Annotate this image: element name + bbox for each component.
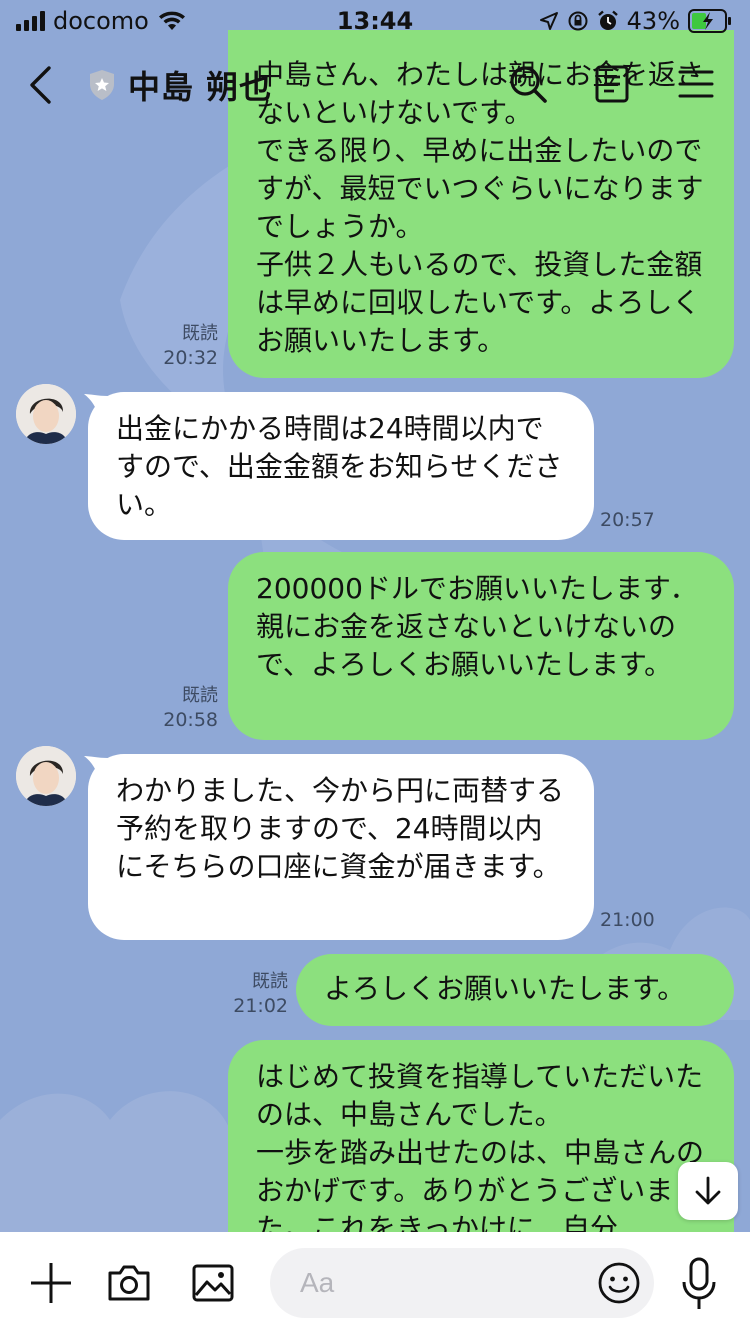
message-bubble[interactable]: よろしくお願いいたします。 (296, 954, 734, 1026)
camera-button[interactable] (102, 1256, 156, 1310)
arrow-down-icon (695, 1176, 721, 1205)
plus-icon (31, 1263, 71, 1303)
status-left: docomo (16, 7, 187, 35)
image-icon (192, 1264, 234, 1302)
avatar-photo (16, 384, 76, 444)
contact-name[interactable]: 中島 朔也 (128, 62, 272, 108)
read-receipt: 既読 (182, 323, 218, 344)
scroll-to-bottom-button[interactable] (678, 1162, 738, 1220)
photo-button[interactable] (186, 1256, 240, 1310)
search-button[interactable] (504, 60, 552, 108)
chat-screen: 中島さん、わたしは親にお金を返さないといけないです。 できる限り、早めに出金した… (0, 0, 750, 1334)
message-meta: 既読 20:32 (140, 322, 218, 370)
battery-charging-icon (688, 9, 731, 33)
alarm-clock-icon (597, 10, 618, 30)
notes-button[interactable] (588, 60, 636, 108)
voice-message-button[interactable] (676, 1254, 722, 1314)
avatar-photo (16, 746, 76, 806)
message-time: 21:02 (233, 995, 288, 1017)
contact-avatar[interactable] (16, 384, 76, 444)
chat-header: 中島 朔也 (0, 42, 750, 128)
message-bubble[interactable]: はじめて投資を指導していただいたのは、中島さんでした。 一歩を踏み出せたのは、中… (228, 1040, 734, 1232)
wifi-icon (158, 11, 185, 30)
camera-icon (108, 1265, 150, 1301)
read-receipt: 既読 (182, 685, 218, 706)
back-button[interactable] (2, 42, 78, 128)
message-time: 20:57 (600, 509, 655, 531)
message-time: 20:32 (163, 347, 218, 369)
message-time: 20:58 (163, 709, 218, 731)
message-input-bar (0, 1232, 750, 1334)
cellular-signal-icon (16, 11, 45, 31)
official-shield-icon (90, 70, 114, 100)
status-right: 43% (539, 7, 732, 35)
message-time: 21:00 (600, 909, 655, 931)
search-icon (510, 66, 547, 103)
carrier-name: docomo (53, 7, 149, 35)
location-arrow-icon (539, 12, 558, 30)
message-bubble[interactable]: わかりました、今から円に両替する予約を取りますので、24時間以内にそちらの口座に… (88, 754, 594, 940)
header-actions (504, 60, 720, 108)
menu-button[interactable] (672, 60, 720, 108)
contact-avatar[interactable] (16, 746, 76, 806)
message-bubble[interactable]: 200000ドルでお願いいたします．親にお金を返さないといけないので、よろしくお… (228, 552, 734, 740)
status-bar: docomo 13:44 43% (0, 0, 750, 42)
message-meta: 既読 20:58 (140, 684, 218, 732)
message-meta: 既読 21:02 (210, 970, 288, 1018)
smiley-face-icon (598, 1262, 640, 1304)
emoji-button[interactable] (596, 1260, 642, 1306)
hamburger-menu-icon (678, 70, 714, 98)
chevron-left-icon (30, 66, 51, 104)
read-receipt: 既読 (252, 971, 288, 992)
message-bubble[interactable]: 出金にかかる時間は24時間以内ですので、出金金額をお知らせください。 (88, 392, 594, 540)
notes-icon (595, 65, 629, 103)
add-button[interactable] (24, 1256, 78, 1310)
battery-percent: 43% (626, 7, 680, 35)
orientation-lock-icon (568, 11, 588, 31)
message-list[interactable]: 中島さん、わたしは親にお金を返さないといけないです。 できる限り、早めに出金した… (0, 0, 750, 1232)
microphone-icon (682, 1257, 716, 1309)
